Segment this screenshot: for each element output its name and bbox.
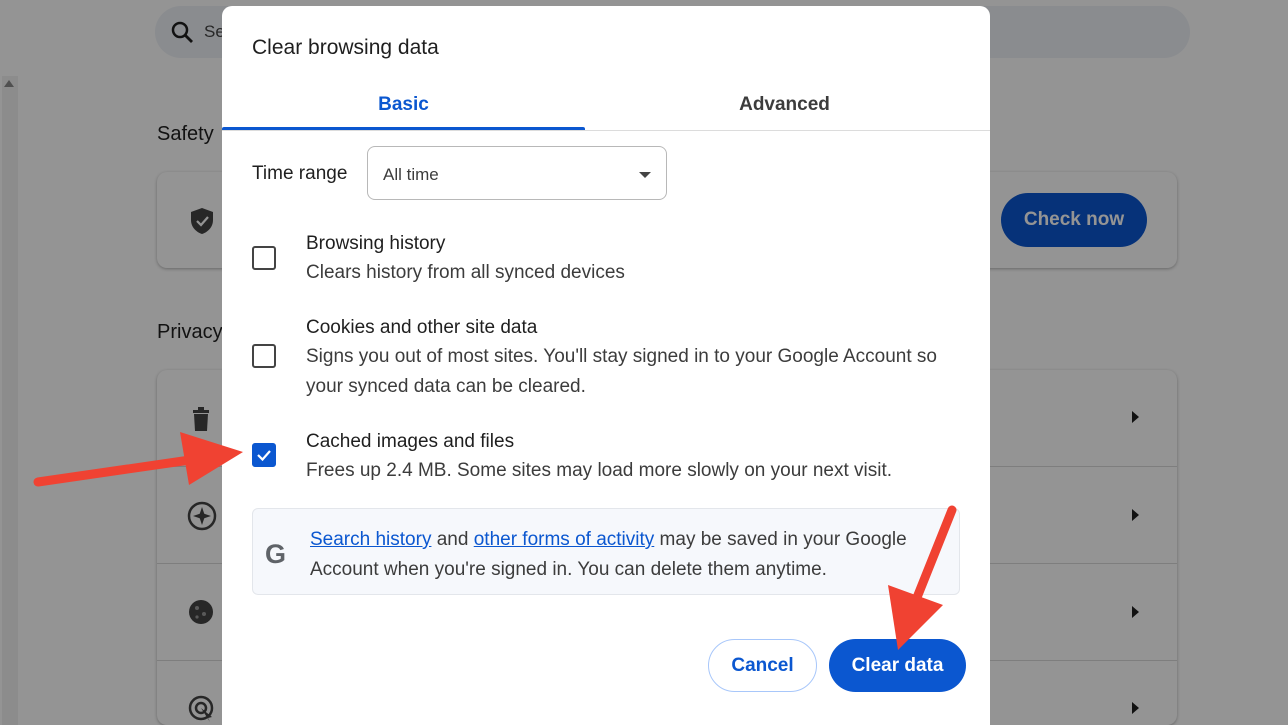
browsing-history-description: Clears history from all synced devices xyxy=(306,262,625,283)
search-history-link[interactable]: Search history xyxy=(310,529,431,550)
time-range-label: Time range xyxy=(252,163,348,184)
cookies-description: Signs you out of most sites. You'll stay… xyxy=(306,346,937,397)
google-g-icon: G xyxy=(265,539,287,569)
notice-text-part: and xyxy=(431,529,474,550)
cached-images-description: Frees up 2.4 MB. Some sites may load mor… xyxy=(306,460,893,481)
dialog-title: Clear browsing data xyxy=(252,36,439,59)
browsing-history-checkbox[interactable] xyxy=(252,246,276,270)
time-range-value: All time xyxy=(383,165,439,184)
cached-images-title: Cached images and files xyxy=(306,431,515,452)
cancel-button[interactable]: Cancel xyxy=(708,639,817,692)
cookies-checkbox[interactable] xyxy=(252,344,276,368)
cookies-title: Cookies and other site data xyxy=(306,317,538,338)
cached-images-checkbox[interactable] xyxy=(252,443,276,467)
tab-bar: Basic Advanced xyxy=(222,78,990,131)
checkmark-icon xyxy=(257,450,271,462)
clear-data-button[interactable]: Clear data xyxy=(829,639,966,692)
selected-tab-indicator xyxy=(222,127,585,130)
other-activity-link[interactable]: other forms of activity xyxy=(474,529,655,550)
dropdown-caret-icon xyxy=(639,172,651,178)
tab-basic[interactable]: Basic xyxy=(222,78,585,131)
clear-browsing-data-dialog: Clear browsing data Basic Advanced Time … xyxy=(222,6,990,725)
time-range-select[interactable]: All time xyxy=(367,146,667,200)
google-activity-notice: G Search history and other forms of acti… xyxy=(252,508,960,595)
notice-text: Search history and other forms of activi… xyxy=(310,525,950,585)
browsing-history-title: Browsing history xyxy=(306,233,446,254)
tab-advanced[interactable]: Advanced xyxy=(603,78,966,131)
